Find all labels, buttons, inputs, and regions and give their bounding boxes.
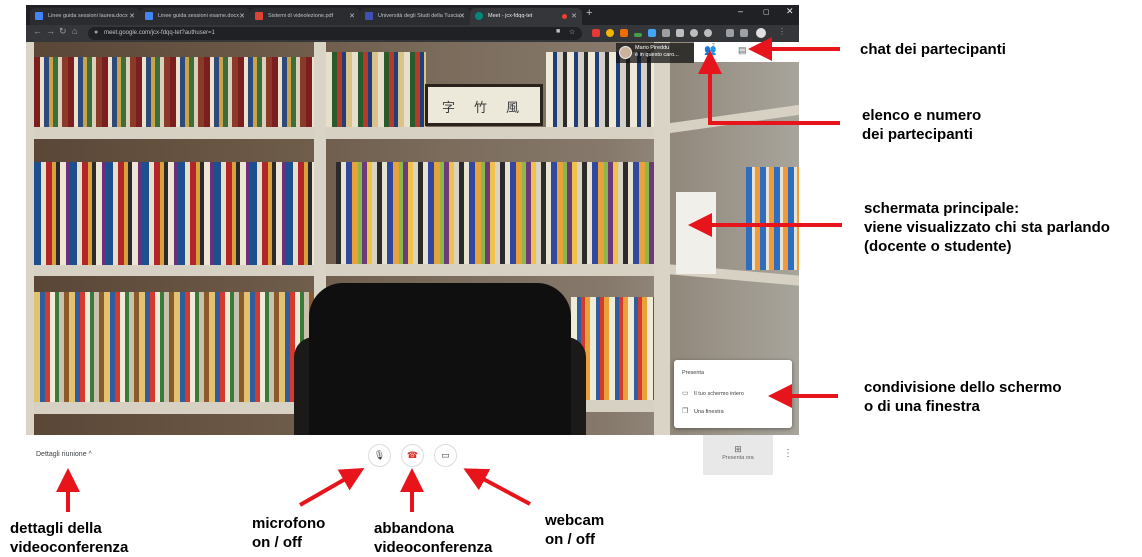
annotation-share: condivisione dello schermo o di una fines… — [864, 379, 1062, 415]
annotation-chat: chat dei partecipanti — [860, 41, 1006, 58]
arrow-mic — [299, 468, 365, 507]
annotation-participants: elenco e numero dei partecipanti — [862, 107, 982, 143]
annotation-main-screen: schermata principale: viene visualizzato … — [864, 200, 1110, 255]
annotation-mic: microfono on / off — [252, 515, 326, 551]
arrow-group — [56, 37, 842, 512]
arrow-webcam — [463, 468, 531, 506]
arrow-participants — [698, 50, 840, 125]
annotation-arrows — [56, 37, 842, 512]
annotation-webcam: webcam on / off — [545, 512, 605, 548]
annotation-details: dettagli della videoconferenza — [10, 520, 129, 556]
annotation-leave: abbandona videoconferenza — [374, 520, 493, 556]
